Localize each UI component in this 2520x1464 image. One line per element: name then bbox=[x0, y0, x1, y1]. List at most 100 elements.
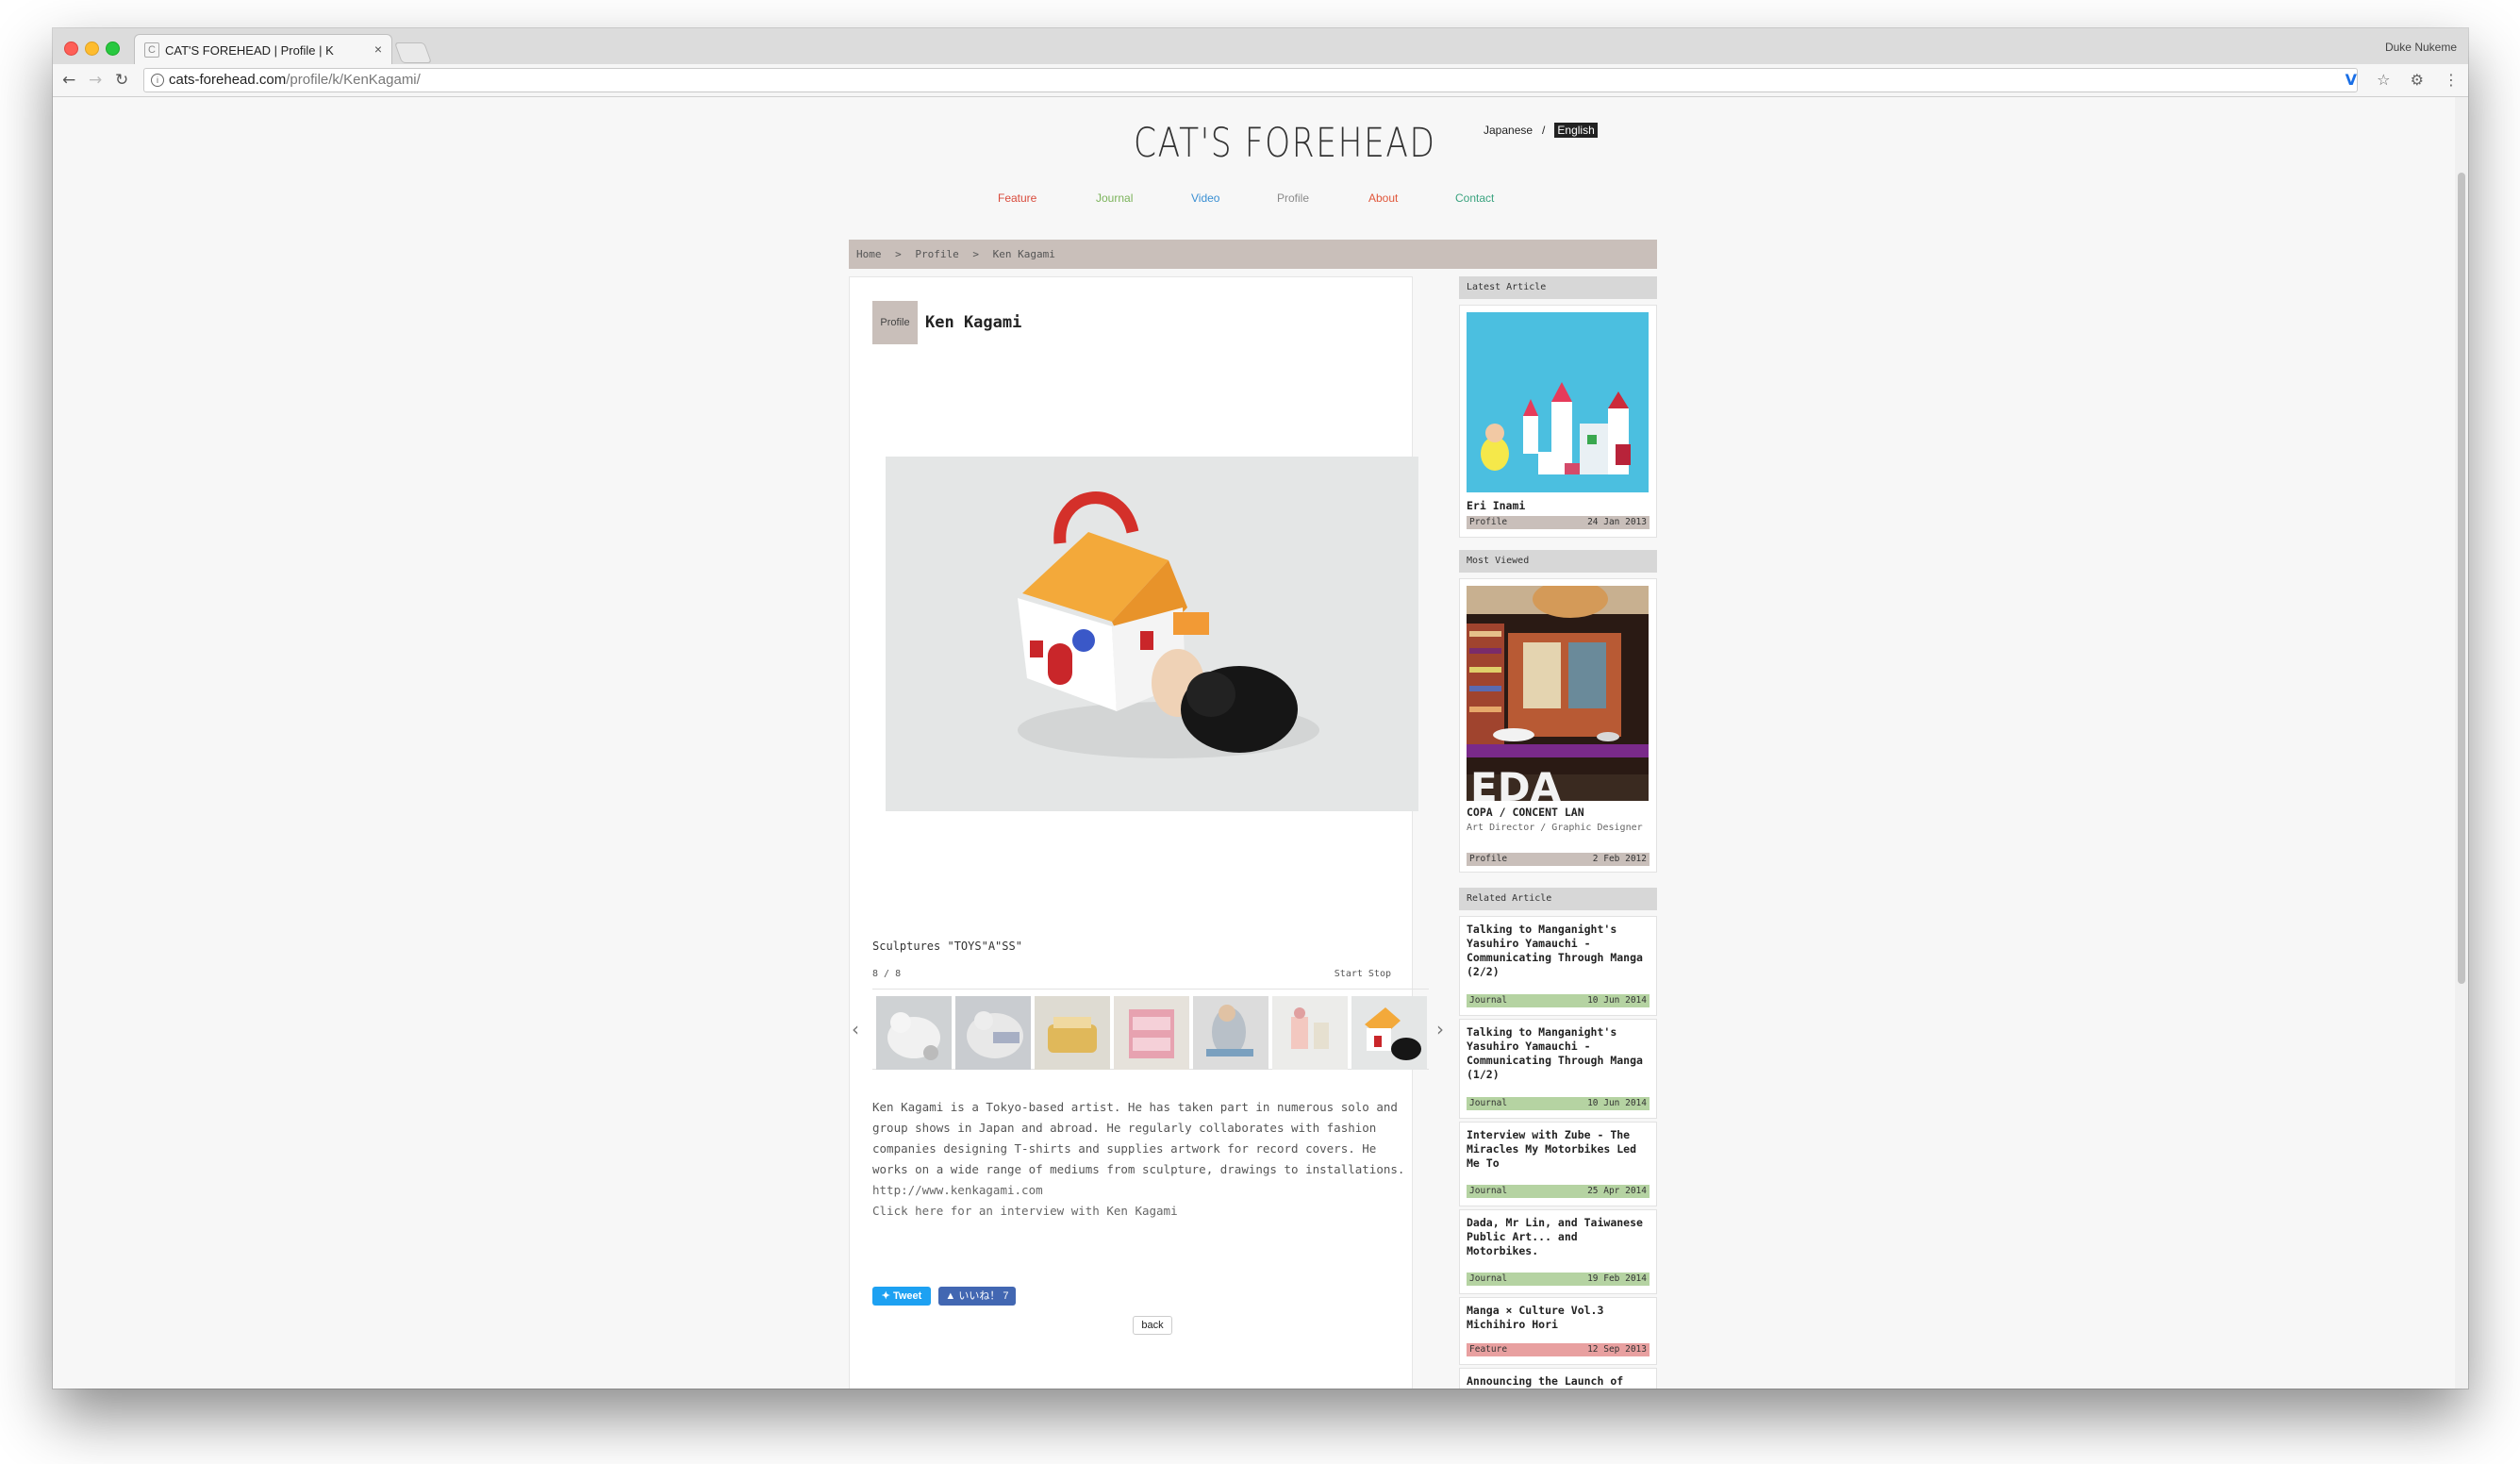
breadcrumb-sep: > bbox=[895, 248, 902, 260]
latest-article-card[interactable]: Eri Inami Profile 24 Jan 2013 bbox=[1459, 305, 1657, 538]
breadcrumb-home[interactable]: Home bbox=[856, 248, 882, 260]
menu-kebab-icon[interactable]: ⋮ bbox=[2444, 71, 2459, 89]
thumbnail[interactable] bbox=[1193, 996, 1268, 1070]
bookmark-star-icon[interactable]: ☆ bbox=[2377, 71, 2390, 89]
minimize-window-button[interactable] bbox=[85, 42, 99, 56]
tab-close-icon[interactable]: × bbox=[374, 42, 382, 57]
window-controls bbox=[64, 42, 126, 59]
extension-icon[interactable]: ⚙ bbox=[2411, 71, 2424, 89]
toolbar-icons: V ☆ ⚙ ⋮ bbox=[2330, 71, 2459, 89]
scrollbar-thumb[interactable] bbox=[2458, 173, 2465, 984]
artist-website-link[interactable]: http://www.kenkagami.com bbox=[872, 1180, 1415, 1201]
thumbs-up-icon: ▲ bbox=[945, 1290, 956, 1302]
related-article-meta: Feature 12 Sep 2013 bbox=[1467, 1343, 1650, 1356]
reload-icon[interactable]: ↻ bbox=[115, 71, 128, 90]
page-title: Ken Kagami bbox=[925, 313, 1022, 332]
related-article-meta: Journal 19 Feb 2014 bbox=[1467, 1273, 1650, 1286]
related-article-card[interactable]: Talking to Manganight's Yasuhiro Yamauch… bbox=[1459, 916, 1657, 1016]
latest-article-heading: Latest Article bbox=[1459, 276, 1657, 299]
most-viewed-title[interactable]: COPA / CONCENT LAN bbox=[1467, 806, 1650, 820]
nav-contact[interactable]: Contact bbox=[1455, 191, 1494, 205]
nav-video[interactable]: Video bbox=[1191, 191, 1219, 205]
related-article-title[interactable]: Manga × Culture Vol.3 Michihiro Hori bbox=[1467, 1304, 1650, 1332]
interview-link[interactable]: Click here for an interview with Ken Kag… bbox=[872, 1201, 1415, 1222]
site-logo[interactable]: CAT'S FOREHEAD bbox=[1134, 120, 1436, 167]
latest-article-title[interactable]: Eri Inami bbox=[1467, 499, 1650, 513]
scrollbar[interactable] bbox=[2455, 97, 2468, 1389]
related-article-card[interactable]: Talking to Manganight's Yasuhiro Yamauch… bbox=[1459, 1019, 1657, 1119]
nav-feature[interactable]: Feature bbox=[998, 191, 1036, 205]
info-icon[interactable]: i bbox=[151, 74, 164, 87]
back-arrow-icon[interactable]: ← bbox=[62, 71, 75, 90]
category-badge: Profile bbox=[872, 301, 918, 344]
nav-profile[interactable]: Profile bbox=[1277, 191, 1309, 205]
tab-title: CAT'S FOREHEAD | Profile | K bbox=[165, 43, 334, 58]
hero-image[interactable] bbox=[886, 457, 1418, 811]
related-article-heading: Related Article bbox=[1459, 888, 1657, 910]
related-article-title[interactable]: Talking to Manganight's Yasuhiro Yamauch… bbox=[1467, 1025, 1650, 1082]
slide-counter: 8 / 8 bbox=[872, 969, 902, 979]
page-content: CAT'S FOREHEAD Japanese / English Feature … bbox=[53, 97, 2455, 1389]
most-viewed-meta: Profile 2 Feb 2012 bbox=[1467, 853, 1650, 866]
thumbnail[interactable] bbox=[1272, 996, 1348, 1070]
related-article-title[interactable]: Talking to Manganight's Yasuhiro Yamauch… bbox=[1467, 923, 1650, 979]
related-article-card[interactable]: Announcing the Launch of bbox=[1459, 1368, 1657, 1389]
thumbnail[interactable] bbox=[876, 996, 952, 1070]
tweet-button[interactable]: ✦ Tweet bbox=[872, 1287, 931, 1306]
related-article-meta: Journal 25 Apr 2014 bbox=[1467, 1185, 1650, 1198]
address-bar[interactable]: i cats-forehead.com/profile/k/KenKagami/ bbox=[143, 68, 2358, 92]
latest-article-meta: Profile 24 Jan 2013 bbox=[1467, 516, 1650, 529]
browser-tab[interactable]: C CAT'S FOREHEAD | Profile | K × bbox=[134, 34, 392, 65]
lang-english-link[interactable]: English bbox=[1554, 123, 1598, 138]
slideshow-controls[interactable]: Start Stop bbox=[1335, 969, 1391, 979]
thumbnail[interactable] bbox=[955, 996, 1031, 1070]
thumbnail[interactable] bbox=[1114, 996, 1189, 1070]
most-viewed-subtitle: Art Director / Graphic Designer bbox=[1467, 823, 1643, 833]
maximize-window-button[interactable] bbox=[106, 42, 120, 56]
most-viewed-image[interactable]: EDA bbox=[1467, 586, 1649, 801]
browser-toolbar: ← → ↻ i cats-forehead.com/profile/k/KenK… bbox=[53, 64, 2468, 97]
chevron-left-icon[interactable]: ‹ bbox=[852, 1018, 859, 1040]
language-switcher: Japanese / English bbox=[1484, 123, 1598, 138]
most-viewed-card[interactable]: EDA COPA / CONCENT LAN Art Director / Gr… bbox=[1459, 578, 1657, 873]
breadcrumb-sep: > bbox=[972, 248, 979, 260]
image-caption: Sculptures "TOYS"A"SS" bbox=[872, 940, 1022, 953]
thumbnail[interactable] bbox=[1035, 996, 1110, 1070]
breadcrumb-profile[interactable]: Profile bbox=[915, 248, 958, 260]
tab-bar: C CAT'S FOREHEAD | Profile | K × Duke Nu… bbox=[53, 28, 2468, 65]
breadcrumb: Home > Profile > Ken Kagami bbox=[849, 240, 1657, 269]
like-label: いいね！ 7 bbox=[958, 1290, 1009, 1302]
extension-v-icon[interactable]: V bbox=[2346, 71, 2357, 89]
browser-window: C CAT'S FOREHEAD | Profile | K × Duke Nu… bbox=[53, 28, 2468, 1389]
lang-japanese-link[interactable]: Japanese bbox=[1484, 124, 1533, 137]
related-article-title[interactable]: Announcing the Launch of bbox=[1467, 1374, 1650, 1389]
most-viewed-heading: Most Viewed bbox=[1459, 550, 1657, 573]
related-article-title[interactable]: Dada, Mr Lin, and Taiwanese Public Art..… bbox=[1467, 1216, 1650, 1258]
new-tab-button[interactable] bbox=[393, 42, 433, 63]
related-article-card[interactable]: Interview with Zube - The Miracles My Mo… bbox=[1459, 1122, 1657, 1206]
chevron-right-icon[interactable]: › bbox=[1436, 1018, 1444, 1040]
svg-text:EDA: EDA bbox=[1470, 764, 1562, 801]
thumbnail[interactable] bbox=[1351, 996, 1427, 1070]
related-article-meta: Journal 10 Jun 2014 bbox=[1467, 994, 1650, 1007]
close-window-button[interactable] bbox=[64, 42, 78, 56]
article-panel: Profile Ken Kagami Sculptures "TOYS"A"SS… bbox=[849, 276, 1444, 1389]
nav-about[interactable]: About bbox=[1368, 191, 1398, 205]
nav-journal[interactable]: Journal bbox=[1096, 191, 1133, 205]
url-text[interactable]: cats-forehead.com/profile/k/KenKagami/ bbox=[169, 69, 421, 92]
related-article-card[interactable]: Dada, Mr Lin, and Taiwanese Public Art..… bbox=[1459, 1209, 1657, 1294]
related-article-title[interactable]: Interview with Zube - The Miracles My Mo… bbox=[1467, 1128, 1650, 1171]
lang-separator: / bbox=[1542, 124, 1546, 137]
favicon-icon: C bbox=[144, 42, 159, 58]
breadcrumb-current: Ken Kagami bbox=[992, 248, 1055, 260]
latest-article-image[interactable] bbox=[1467, 312, 1649, 492]
forward-arrow-icon[interactable]: → bbox=[89, 71, 102, 90]
facebook-like-button[interactable]: ▲ いいね！ 7 bbox=[938, 1287, 1016, 1306]
related-article-meta: Journal 10 Jun 2014 bbox=[1467, 1097, 1650, 1110]
twitter-bird-icon: ✦ bbox=[881, 1290, 890, 1302]
back-button[interactable]: back bbox=[1133, 1316, 1172, 1335]
article-body: Ken Kagami is a Tokyo-based artist. He h… bbox=[872, 1097, 1415, 1222]
related-article-card[interactable]: Manga × Culture Vol.3 Michihiro Hori Fea… bbox=[1459, 1297, 1657, 1365]
tweet-label: Tweet bbox=[892, 1290, 922, 1302]
profile-name[interactable]: Duke Nukeme bbox=[2385, 41, 2457, 54]
